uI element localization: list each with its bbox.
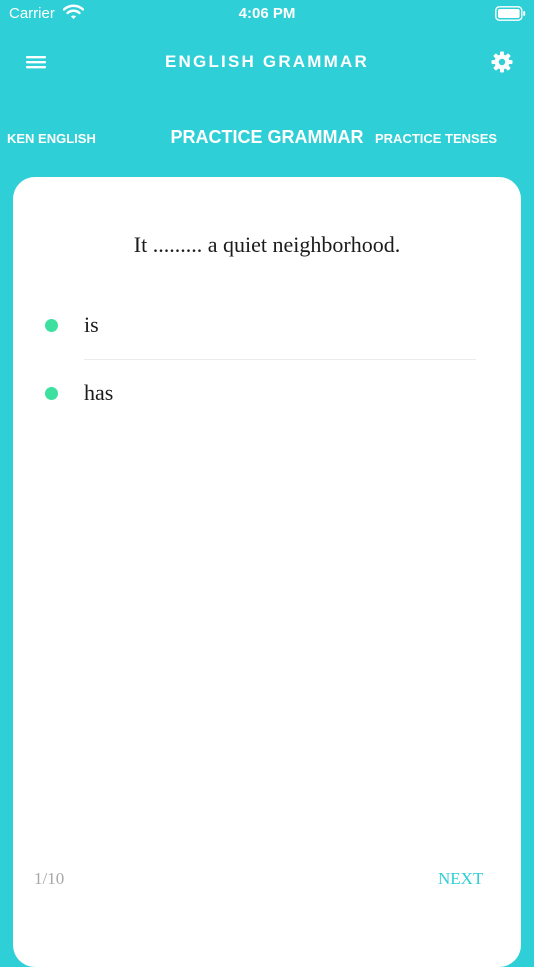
gear-icon[interactable] [490,50,514,74]
tab-practice-tenses[interactable]: PRACTICE TENSES [375,131,497,146]
status-time: 4:06 PM [238,5,296,22]
tab-bar: KEN ENGLISH PRACTICE GRAMMAR PRACTICE TE… [0,120,534,156]
answer-option-is[interactable]: is [13,297,521,353]
option-bullet [45,319,58,332]
question-text: It ......... a quiet neighborhood. [133,232,401,257]
battery-icon [495,6,526,21]
nav-bar: ENGLISH GRAMMAR [0,40,534,84]
app-title: ENGLISH GRAMMAR [165,52,369,71]
option-label: is [84,312,99,337]
option-bullet [45,387,58,400]
option-divider [84,359,476,360]
next-button[interactable]: NEXT [438,869,483,889]
quiz-card: It ......... a quiet neighborhood. is ha… [13,177,521,967]
status-bar: Carrier 4:06 PM [0,0,534,28]
question-progress: 1/10 [34,869,65,888]
answer-option-has[interactable]: has [13,365,521,421]
option-label: has [84,380,114,405]
